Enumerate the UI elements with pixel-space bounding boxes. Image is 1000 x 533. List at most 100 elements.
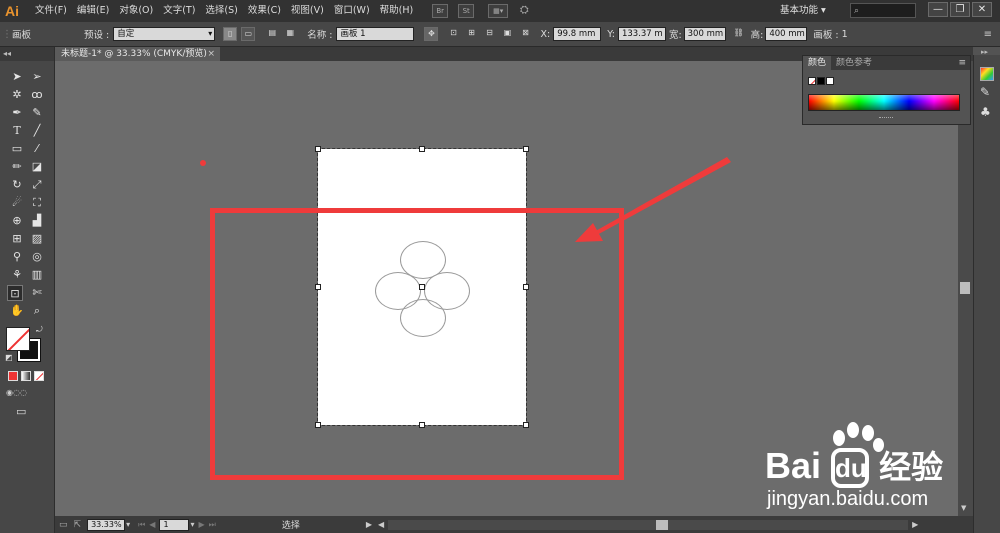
menu-help[interactable]: 帮助(H)	[375, 0, 419, 22]
tab-color-guide[interactable]: 颜色参考	[831, 56, 877, 70]
free-transform-tool-icon[interactable]: ⛶	[29, 195, 45, 211]
column-graph-tool-icon[interactable]: ▥	[29, 267, 45, 283]
collapse-icon[interactable]: ◂◂	[0, 47, 54, 61]
gradient-tool-icon[interactable]: ▨	[29, 231, 45, 247]
magic-wand-tool-icon[interactable]: ✲	[9, 87, 25, 103]
gpu-icon[interactable]: ⛭	[516, 4, 532, 18]
none-mode-icon[interactable]	[34, 371, 44, 381]
artboard-tool-icon[interactable]: ⊡	[7, 285, 23, 301]
brushes-icon[interactable]: ✎	[980, 85, 990, 99]
color-mode-icon[interactable]	[8, 371, 18, 381]
close-button[interactable]: ✕	[972, 2, 992, 17]
new-artboard-icon[interactable]: ▤	[265, 27, 279, 41]
fill-swatch[interactable]	[6, 327, 30, 351]
portrait-icon[interactable]: ▯	[223, 27, 238, 41]
first-page-icon[interactable]: ⏮	[138, 520, 145, 530]
direct-selection-tool-icon[interactable]: ➢	[29, 69, 45, 85]
type-tool-icon[interactable]: T	[9, 123, 25, 139]
pen-tool-icon[interactable]: ✒	[9, 105, 25, 121]
artboard-name-field[interactable]: 画板 1	[336, 27, 415, 41]
next-page-icon[interactable]: ▶	[198, 520, 204, 529]
curvature-tool-icon[interactable]: ✎	[29, 105, 45, 121]
link-icon[interactable]: ⛓	[732, 27, 746, 41]
white-swatch[interactable]	[826, 77, 834, 85]
bridge-button[interactable]: Br	[432, 4, 449, 18]
zoom-dropdown-icon[interactable]: ▾	[126, 520, 130, 529]
menu-effect[interactable]: 效果(C)	[243, 0, 286, 22]
hand-tool-icon[interactable]: ✋	[9, 303, 25, 319]
artboard-options-icon[interactable]: ▣	[500, 27, 514, 41]
none-swatch[interactable]	[808, 77, 816, 85]
stock-button[interactable]: St	[458, 4, 475, 18]
paintbrush-tool-icon[interactable]: ⁄	[29, 141, 45, 157]
distribute-icon[interactable]: ⊟	[482, 27, 496, 41]
share-icon[interactable]: ⇱	[74, 520, 82, 530]
minimize-button[interactable]: —	[928, 2, 948, 17]
horizontal-scrollbar[interactable]	[388, 519, 909, 530]
resize-handle-ne[interactable]	[523, 146, 529, 152]
warp-tool-icon[interactable]: ☄	[9, 195, 25, 211]
pencil-tool-icon[interactable]: ✏	[9, 159, 25, 175]
screen-mode-icon[interactable]: ▭	[16, 405, 26, 418]
line-tool-icon[interactable]: ╱	[29, 123, 45, 139]
menu-object[interactable]: 对象(O)	[114, 0, 158, 22]
height-field[interactable]: 400 mm	[765, 27, 808, 41]
arrange-documents-icon[interactable]: ▦▾	[488, 4, 509, 18]
symbol-sprayer-tool-icon[interactable]: ⚘	[9, 267, 25, 283]
width-field[interactable]: 300 mm	[683, 27, 726, 41]
draw-mode-icon[interactable]: ◉◌◌	[6, 388, 46, 398]
delete-artboard-icon[interactable]: ▦	[283, 27, 297, 41]
y-field[interactable]: 133.37 m	[617, 27, 666, 41]
status-menu-icon[interactable]: ▶	[366, 520, 372, 529]
last-page-icon[interactable]: ⏭	[209, 520, 216, 530]
menu-type[interactable]: 文字(T)	[158, 0, 200, 22]
workspace-switcher[interactable]: 基本功能 ▾	[780, 3, 842, 18]
align-icon[interactable]: ⊡	[446, 27, 460, 41]
shape-builder-tool-icon[interactable]: ⊕	[9, 213, 25, 229]
horizontal-scroll-thumb[interactable]	[656, 519, 669, 530]
panel-resize-grip-icon[interactable]	[879, 117, 893, 119]
landscape-icon[interactable]: ▭	[241, 27, 256, 41]
swap-fill-stroke-icon[interactable]: ⤾	[36, 325, 43, 335]
rotate-tool-icon[interactable]: ↻	[9, 177, 25, 193]
tab-color[interactable]: 颜色	[803, 56, 832, 70]
gradient-mode-icon[interactable]	[21, 371, 31, 381]
perspective-grid-tool-icon[interactable]: ▟	[29, 213, 45, 229]
mesh-tool-icon[interactable]: ⊞	[9, 231, 25, 247]
menu-view[interactable]: 视图(V)	[286, 0, 329, 22]
black-swatch[interactable]	[817, 77, 825, 85]
eraser-tool-icon[interactable]: ◪	[29, 159, 45, 175]
menu-window[interactable]: 窗口(W)	[329, 0, 375, 22]
vertical-scroll-thumb[interactable]	[960, 282, 970, 294]
close-icon[interactable]: ×	[207, 47, 215, 61]
color-panel-menu-icon[interactable]: ≡	[958, 58, 966, 68]
menu-select[interactable]: 选择(S)	[200, 0, 242, 22]
prev-page-icon[interactable]: ◀	[149, 520, 155, 529]
resize-handle-n[interactable]	[419, 146, 425, 152]
lasso-tool-icon[interactable]: ꝏ	[29, 87, 45, 103]
slice-tool-icon[interactable]: ✄	[29, 285, 45, 301]
resize-handle-nw[interactable]	[315, 146, 321, 152]
reference-point-icon[interactable]: ⊠	[518, 27, 532, 41]
menu-edit[interactable]: 编辑(E)	[72, 0, 114, 22]
center-icon[interactable]: ⊞	[464, 27, 478, 41]
page-field[interactable]: 1	[159, 518, 190, 531]
restore-button[interactable]: ❐	[950, 2, 970, 17]
default-colors-icon[interactable]: ◩	[5, 353, 13, 362]
symbols-icon[interactable]: ♣	[980, 105, 991, 119]
page-dropdown-icon[interactable]: ▾	[190, 520, 194, 529]
search-input[interactable]: ⌕	[850, 3, 916, 18]
blend-tool-icon[interactable]: ◎	[29, 249, 45, 265]
dock-color-icon[interactable]	[980, 67, 994, 81]
rectangle-tool-icon[interactable]: ▭	[9, 141, 25, 157]
preset-select[interactable]: 自定	[113, 27, 216, 41]
zoom-field[interactable]: 33.33%	[87, 518, 126, 531]
scroll-left-icon[interactable]: ◀	[378, 520, 384, 529]
scale-tool-icon[interactable]: ⤢	[29, 177, 45, 193]
document-tab[interactable]: 未标题-1* @ 33.33% (CMYK/预览) ×	[55, 47, 220, 61]
selection-tool-icon[interactable]: ➤	[9, 69, 25, 85]
menu-file[interactable]: 文件(F)	[30, 0, 72, 22]
move-with-artboard-icon[interactable]: ✥	[424, 27, 439, 41]
color-spectrum[interactable]	[808, 94, 960, 111]
x-field[interactable]: 99.8 mm	[553, 27, 602, 41]
